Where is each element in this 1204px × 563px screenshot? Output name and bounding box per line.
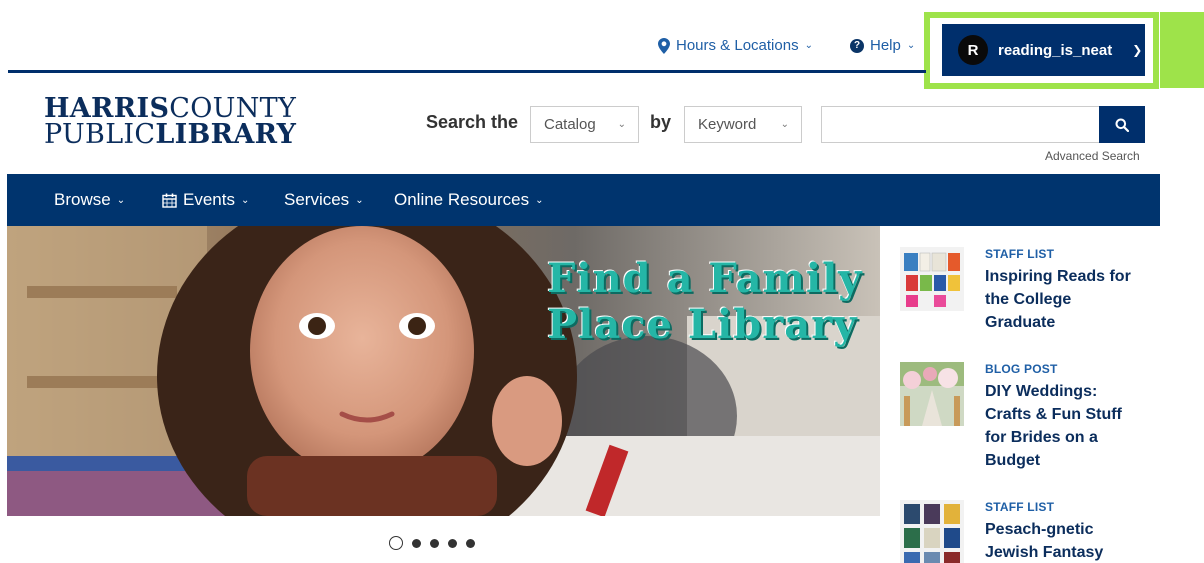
chevron-down-icon: ⌄ [804,40,813,51]
hours-locations-link[interactable]: Hours & Locations ⌄ [658,37,813,54]
hero-carousel[interactable]: Find a Family Place Library [7,226,880,516]
search-input[interactable] [821,106,1100,143]
by-label: by [650,112,672,132]
chevron-down-icon: ⌄ [780,119,789,130]
nav-services[interactable]: Services ⌄ [284,190,364,210]
search-label: Search the [426,112,519,132]
chevron-down-icon: ❯ [1132,43,1143,57]
advanced-search-link[interactable]: Advanced Search [1045,149,1140,163]
nav-events[interactable]: Events ⌄ [162,190,249,210]
item-category[interactable]: STAFF LIST [985,500,1054,514]
item-category[interactable]: STAFF LIST [985,247,1054,261]
featured-item: STAFF LIST Pesach-gnetic Jewish Fantasy [900,500,1180,563]
featured-item: BLOG POST DIY Weddings: Crafts & Fun Stu… [900,362,1180,482]
item-title[interactable]: DIY Weddings: Crafts & Fun Stuff for Bri… [985,380,1145,472]
search-field-select[interactable]: Keyword ⌄ [684,106,802,143]
avatar: R [958,35,988,65]
chevron-down-icon: ⌄ [116,194,126,206]
thumbnail-image [900,500,964,563]
nav-online-resources[interactable]: Online Resources ⌄ [394,190,544,210]
thumbnail-image [900,247,964,311]
chevron-down-icon: ⌄ [355,194,364,206]
item-title[interactable]: Inspiring Reads for the College Graduate [985,265,1145,334]
utility-bar: Hours & Locations ⌄ ? Help ⌄ R reading_i… [0,0,1204,89]
logo-public: PUBLIC [44,119,156,150]
question-circle-icon: ? [850,38,864,53]
hero-headline-line1: Find a Family [547,255,863,302]
highlight-tab [1160,12,1204,88]
carousel-pagination [389,536,475,550]
chevron-down-icon: ⌄ [906,40,916,51]
search-icon [1115,118,1129,132]
hours-locations-label: Hours & Locations [676,37,799,54]
search-scope-value: Catalog [544,116,596,133]
featured-item: STAFF LIST Inspiring Reads for the Colle… [900,247,1180,347]
carousel-dot[interactable] [466,538,475,548]
user-menu-highlight: R reading_is_neat ❯ [924,12,1159,89]
chevron-down-icon: ⌄ [617,119,626,130]
hero-headline: Find a Family Place Library [547,256,867,348]
search-scope-select[interactable]: Catalog ⌄ [530,106,639,143]
logo-library: LIBRARY [155,119,297,150]
carousel-dot[interactable] [389,536,403,550]
help-link[interactable]: ? Help ⌄ [850,37,915,54]
user-menu-button[interactable]: R reading_is_neat ❯ [942,24,1145,76]
nav-label: Services [284,190,350,209]
book-collage-thumbnail[interactable] [900,247,964,311]
search-field-value: Keyword [698,116,757,133]
search-button[interactable] [1099,106,1145,143]
nav-label: Events [183,190,235,209]
wedding-thumbnail[interactable] [900,362,964,426]
book-collage-thumbnail[interactable] [900,500,964,563]
library-logo[interactable]: HARRISCOUNTY PUBLICLIBRARY [44,95,297,150]
nav-label: Online Resources [394,190,530,209]
item-category[interactable]: BLOG POST [985,362,1057,376]
carousel-dot[interactable] [412,538,421,548]
chevron-down-icon: ⌄ [240,194,250,206]
item-title[interactable]: Pesach-gnetic Jewish Fantasy [985,518,1145,563]
main-nav: Browse ⌄ Events ⌄ Services ⌄ Online Reso… [7,174,1160,226]
calendar-icon [162,193,177,208]
divider [8,70,926,73]
nav-label: Browse [54,190,111,209]
hero-headline-line2: Place Library [547,301,858,348]
carousel-dot[interactable] [448,538,457,548]
carousel-dot[interactable] [430,538,439,548]
username: reading_is_neat [998,41,1113,59]
nav-browse[interactable]: Browse ⌄ [54,190,125,210]
thumbnail-image [900,362,964,426]
chevron-down-icon: ⌄ [535,194,544,206]
help-label: Help [870,37,901,54]
map-marker-icon [658,37,670,54]
